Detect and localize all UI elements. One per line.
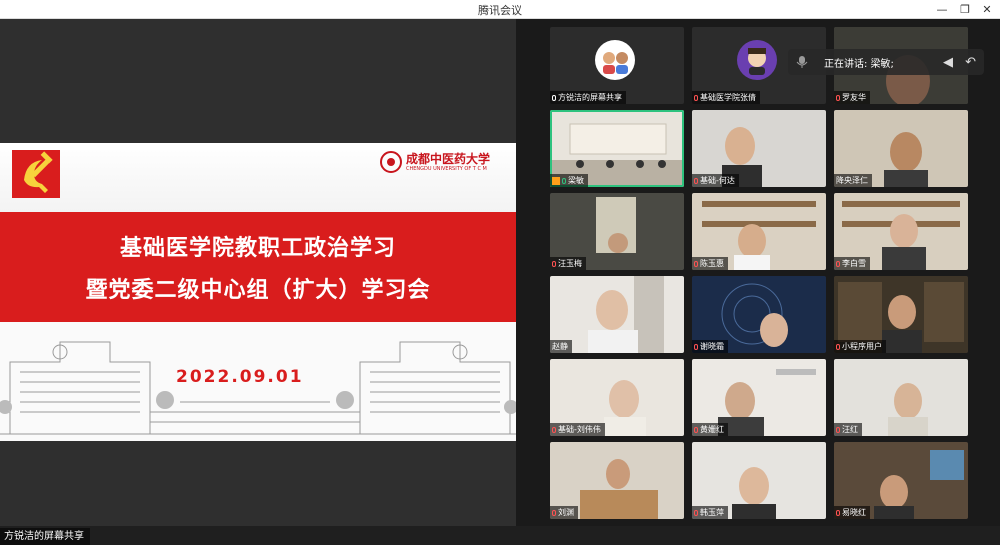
restore-icon[interactable]: ❐ bbox=[955, 1, 975, 17]
participant-name: 方锐洁的屏幕共享 bbox=[550, 91, 626, 104]
participant-name: 谢晓霜 bbox=[692, 340, 728, 353]
window-titlebar: 腾讯会议 — ❐ ✕ bbox=[0, 0, 1000, 19]
participant-name: 赵静 bbox=[550, 340, 572, 353]
participant-name: 基础医学院张倩 bbox=[692, 91, 760, 104]
participant-tile[interactable]: 易晓红 bbox=[834, 442, 968, 519]
avatar bbox=[737, 40, 777, 80]
participant-name: 基础-刘伟伟 bbox=[550, 423, 605, 436]
participant-tile[interactable]: 方锐洁的屏幕共享 bbox=[550, 27, 684, 104]
participant-tile[interactable]: 陈玉惠 bbox=[692, 193, 826, 270]
presentation-slide: 成都中医药大学 CHENGDU UNIVERSITY OF T C M 基础医学… bbox=[0, 143, 516, 441]
university-name-cn: 成都中医药大学 bbox=[406, 151, 491, 166]
next-page-icon[interactable]: ↶ bbox=[965, 55, 976, 70]
slide-title-line1: 基础医学院教职工政治学习 bbox=[119, 236, 396, 261]
gallery-nav: ◀ ↶ bbox=[937, 49, 982, 75]
microphone-muted-icon bbox=[694, 343, 698, 350]
participant-tile[interactable]: 汪红 bbox=[834, 359, 968, 436]
participant-name: 汪玉梅 bbox=[550, 257, 586, 270]
slide-title-line2: 暨党委二级中心组（扩大）学习会 bbox=[85, 278, 431, 303]
microphone-muted-icon bbox=[694, 426, 698, 433]
slide-title-band: 基础医学院教职工政治学习 暨党委二级中心组（扩大）学习会 bbox=[0, 212, 516, 322]
participant-tile[interactable]: 赵静 bbox=[550, 276, 684, 353]
participant-tile[interactable]: 基础-刘伟伟 bbox=[550, 359, 684, 436]
previous-page-icon[interactable]: ◀ bbox=[943, 55, 953, 70]
participant-name: 罗友华 bbox=[834, 91, 870, 104]
participant-name: 李白雪 bbox=[834, 257, 870, 270]
avatar bbox=[595, 40, 635, 80]
participant-name: 小程序用户 bbox=[834, 340, 886, 353]
participant-tile[interactable]: 小程序用户 bbox=[834, 276, 968, 353]
participant-tile[interactable]: 基础-何达 bbox=[692, 110, 826, 187]
microphone-muted-icon bbox=[694, 260, 698, 267]
close-icon[interactable]: ✕ bbox=[977, 1, 997, 17]
party-emblem-icon bbox=[12, 150, 60, 198]
participant-name: 韩玉萍 bbox=[692, 506, 728, 519]
participant-tile[interactable]: 刘渊 bbox=[550, 442, 684, 519]
microphone-muted-icon bbox=[694, 177, 698, 184]
participant-name: 易晓红 bbox=[834, 506, 870, 519]
shared-screen-panel: 成都中医药大学 CHENGDU UNIVERSITY OF T C M 基础医学… bbox=[0, 19, 516, 545]
university-logo: 成都中医药大学 CHENGDU UNIVERSITY OF T C M bbox=[380, 151, 490, 173]
user-avatar-icon bbox=[603, 52, 628, 74]
microphone-muted-icon bbox=[552, 260, 556, 267]
microphone-muted-icon bbox=[552, 426, 556, 433]
university-name-en: CHENGDU UNIVERSITY OF T C M bbox=[406, 165, 487, 172]
participant-tile[interactable]: 黄姗红 bbox=[692, 359, 826, 436]
microphone-muted-icon bbox=[552, 509, 556, 516]
microphone-muted-icon bbox=[694, 94, 698, 101]
participant-tile[interactable]: 降央泽仁 bbox=[834, 110, 968, 187]
speaking-icon bbox=[796, 56, 808, 68]
participant-name: 降央泽仁 bbox=[834, 174, 872, 187]
screen-share-label: 方锐洁的屏幕共享 bbox=[0, 528, 90, 545]
host-icon bbox=[552, 176, 560, 185]
microphone-active-icon bbox=[562, 177, 566, 184]
microphone-muted-icon bbox=[836, 94, 840, 101]
participant-tile-active[interactable]: 梁敏 bbox=[550, 110, 684, 187]
participant-name: 基础-何达 bbox=[692, 174, 739, 187]
window-title: 腾讯会议 bbox=[478, 4, 522, 17]
active-speaker-text: 正在讲话: 梁敏; bbox=[824, 58, 894, 70]
participant-name: 梁敏 bbox=[550, 174, 588, 187]
microphone-muted-icon bbox=[836, 260, 840, 267]
participant-name: 刘渊 bbox=[550, 506, 578, 519]
microphone-muted-icon bbox=[836, 426, 840, 433]
user-avatar-icon bbox=[748, 48, 766, 75]
microphone-muted-icon bbox=[694, 509, 698, 516]
participant-name: 汪红 bbox=[834, 423, 862, 436]
slide-date: 2022.09.01 bbox=[176, 367, 304, 387]
participant-name: 黄姗红 bbox=[692, 423, 728, 436]
microphone-muted-icon bbox=[836, 509, 840, 516]
microphone-muted-icon bbox=[836, 343, 840, 350]
participant-tile[interactable]: 韩玉萍 bbox=[692, 442, 826, 519]
minimize-icon[interactable]: — bbox=[932, 1, 952, 17]
slide-header: 成都中医药大学 CHENGDU UNIVERSITY OF T C M bbox=[0, 143, 516, 212]
participant-tile[interactable]: 李白雪 bbox=[834, 193, 968, 270]
participant-gallery[interactable]: 方锐洁的屏幕共享 基础医学院张倩 罗友华 梁敏 基础-何达 降央泽仁 汪玉梅 陈… bbox=[516, 19, 1000, 526]
university-seal-icon bbox=[380, 151, 402, 173]
participant-tile[interactable]: 谢晓霜 bbox=[692, 276, 826, 353]
microphone-icon bbox=[552, 94, 556, 101]
participant-tile[interactable]: 汪玉梅 bbox=[550, 193, 684, 270]
participant-name: 陈玉惠 bbox=[692, 257, 728, 270]
